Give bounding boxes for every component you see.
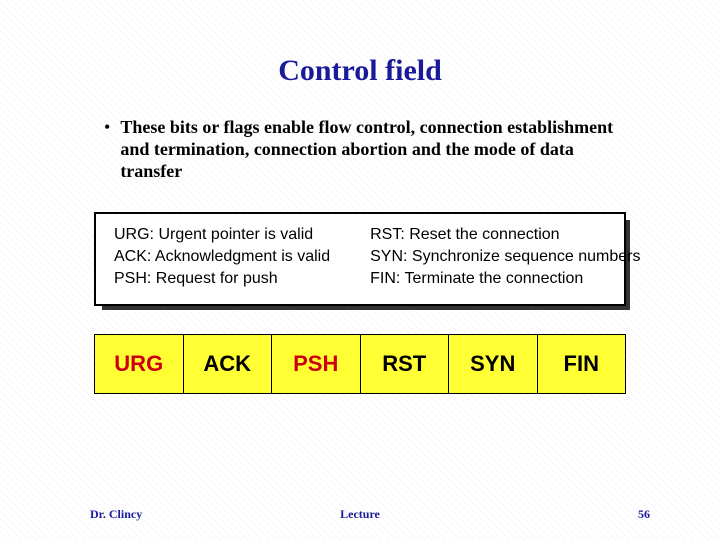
flag-cell-ack: ACK bbox=[183, 335, 272, 393]
flags-row: URG ACK PSH RST SYN FIN bbox=[94, 334, 626, 394]
bullet-item: • These bits or flags enable flow contro… bbox=[104, 116, 640, 182]
definitions-right-column: RST: Reset the connection SYN: Synchroni… bbox=[370, 224, 640, 290]
definitions-left-column: URG: Urgent pointer is valid ACK: Acknow… bbox=[114, 224, 330, 290]
footer-author: Dr. Clincy bbox=[90, 507, 142, 522]
definition-line: RST: Reset the connection bbox=[370, 224, 640, 246]
slide: Control field • These bits or flags enab… bbox=[0, 0, 720, 540]
footer: Dr. Clincy Lecture 56 bbox=[0, 507, 720, 522]
flag-cell-rst: RST bbox=[360, 335, 449, 393]
flag-cell-urg: URG bbox=[95, 335, 183, 393]
definition-line: URG: Urgent pointer is valid bbox=[114, 224, 330, 246]
footer-page: 56 bbox=[638, 507, 650, 522]
definition-line: PSH: Request for push bbox=[114, 268, 330, 290]
definitions-box: URG: Urgent pointer is valid ACK: Acknow… bbox=[94, 212, 626, 306]
definition-line: SYN: Synchronize sequence numbers bbox=[370, 246, 640, 268]
flag-cell-psh: PSH bbox=[271, 335, 360, 393]
slide-title: Control field bbox=[40, 54, 680, 88]
flag-cell-fin: FIN bbox=[537, 335, 626, 393]
bullet-dot-icon: • bbox=[104, 116, 110, 138]
flag-cell-syn: SYN bbox=[448, 335, 537, 393]
definition-line: FIN: Terminate the connection bbox=[370, 268, 640, 290]
definition-line: ACK: Acknowledgment is valid bbox=[114, 246, 330, 268]
footer-center: Lecture bbox=[340, 507, 380, 522]
bullet-text: These bits or flags enable flow control,… bbox=[120, 116, 640, 182]
definitions-content: URG: Urgent pointer is valid ACK: Acknow… bbox=[94, 212, 626, 306]
